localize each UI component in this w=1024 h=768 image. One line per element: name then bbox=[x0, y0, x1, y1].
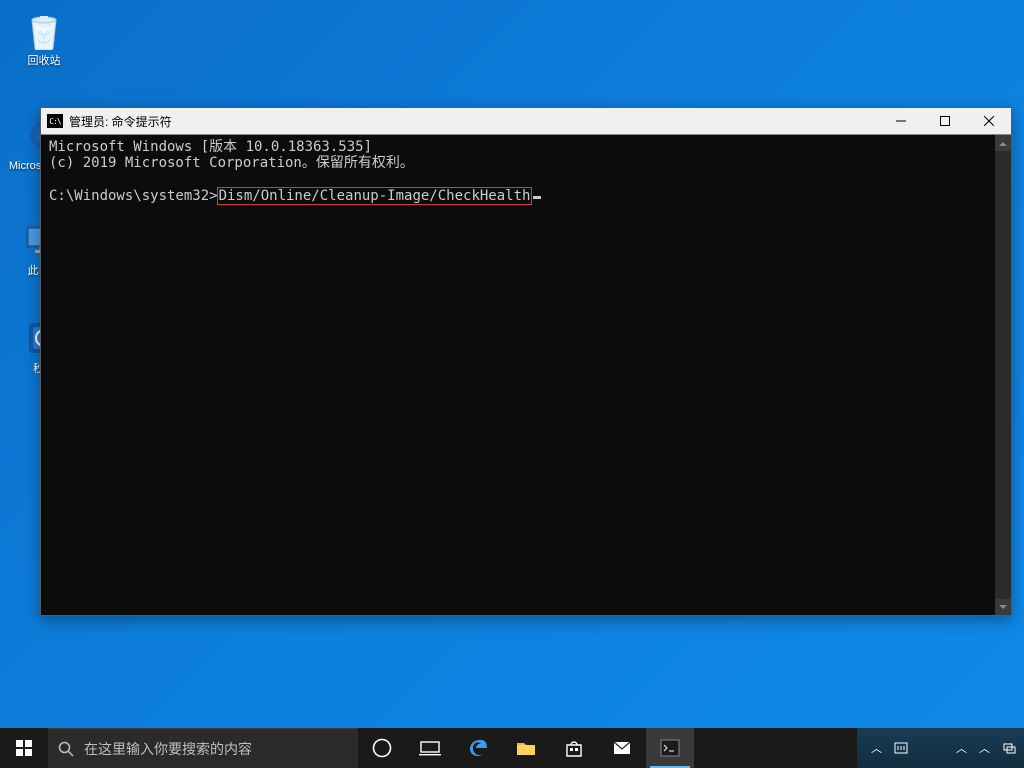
cmd-body[interactable]: Microsoft Windows [版本 10.0.18363.535] (c… bbox=[41, 135, 1011, 615]
search-icon bbox=[58, 741, 74, 757]
recycle-bin-label: 回收站 bbox=[8, 54, 80, 68]
task-view-button[interactable] bbox=[406, 728, 454, 768]
cmd-titlebar[interactable]: C:\ 管理员: 命令提示符 bbox=[41, 108, 1011, 135]
scrollbar-up-button[interactable] bbox=[995, 135, 1011, 151]
recycle-bin-icon bbox=[24, 10, 64, 50]
taskbar-pinned bbox=[358, 728, 694, 768]
tray-overflow-group[interactable]: ︿ bbox=[871, 740, 908, 756]
cortana-button[interactable] bbox=[358, 728, 406, 768]
taskbar-icon-explorer[interactable] bbox=[502, 728, 550, 768]
chevron-up-icon: ︿ bbox=[871, 740, 882, 756]
desktop-icon-recycle-bin[interactable]: 回收站 bbox=[8, 10, 80, 68]
start-button[interactable] bbox=[0, 728, 48, 768]
taskbar-search[interactable]: 在这里输入你要搜索的内容 bbox=[48, 728, 358, 768]
scrollbar-track[interactable] bbox=[995, 135, 1011, 615]
network-icon[interactable] bbox=[1002, 741, 1016, 755]
cmd-line-copyright: (c) 2019 Microsoft Corporation。保留所有权利。 bbox=[49, 155, 414, 171]
chevron-up-icon: ︿ bbox=[979, 740, 990, 756]
scrollbar-down-button[interactable] bbox=[995, 599, 1011, 615]
taskbar-icon-store[interactable] bbox=[550, 728, 598, 768]
minimize-button[interactable] bbox=[879, 108, 923, 135]
cmd-title: 管理员: 命令提示符 bbox=[69, 113, 879, 130]
chevron-up-icon: ︿ bbox=[956, 740, 967, 756]
system-tray: ︿ ︿ ︿ bbox=[857, 728, 1024, 768]
taskbar: 在这里输入你要搜索的内容 bbox=[0, 728, 1024, 768]
tray-status-group[interactable]: ︿ ︿ bbox=[956, 740, 1016, 756]
taskbar-icon-cmd[interactable] bbox=[646, 728, 694, 768]
taskbar-icon-mail[interactable] bbox=[598, 728, 646, 768]
tray-input-indicator-icon[interactable] bbox=[894, 741, 908, 755]
cmd-cursor bbox=[533, 196, 541, 199]
close-button[interactable] bbox=[967, 108, 1011, 135]
maximize-button[interactable] bbox=[923, 108, 967, 135]
cmd-command-highlighted: Dism/Online/Cleanup-Image/CheckHealth bbox=[217, 187, 533, 205]
cmd-prompt: C:\Windows\system32> bbox=[49, 188, 218, 204]
cmd-title-icon: C:\ bbox=[47, 114, 63, 128]
cmd-line-version: Microsoft Windows [版本 10.0.18363.535] bbox=[49, 139, 372, 155]
search-placeholder: 在这里输入你要搜索的内容 bbox=[84, 739, 252, 759]
taskbar-icon-edge[interactable] bbox=[454, 728, 502, 768]
cmd-window: C:\ 管理员: 命令提示符 Microsoft Windows [版本 10.… bbox=[40, 107, 1012, 616]
